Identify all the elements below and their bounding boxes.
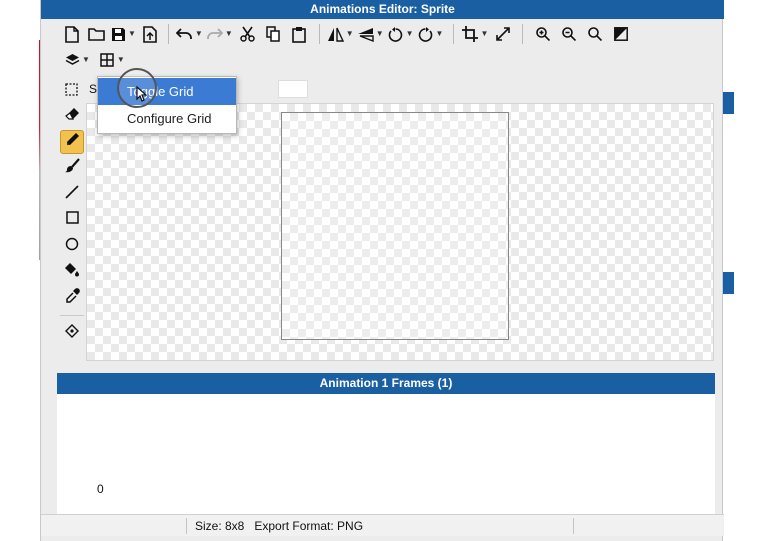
toolbar-separator xyxy=(318,24,320,44)
background-toggle-button[interactable] xyxy=(608,22,634,46)
save-dropdown-caret[interactable]: ▼ xyxy=(128,30,136,38)
line-icon xyxy=(65,184,79,204)
eraser-icon xyxy=(64,107,80,125)
grid-dropdown-caret[interactable]: ▼ xyxy=(117,56,125,64)
export-button[interactable] xyxy=(139,22,161,46)
selection-label: S xyxy=(89,82,98,96)
frames-panel[interactable]: 0 xyxy=(57,394,715,514)
toolbar-separator xyxy=(522,24,524,44)
mouse-pointer-icon xyxy=(136,85,148,107)
rotate-left-icon xyxy=(388,26,403,42)
copy-button[interactable] xyxy=(260,22,286,46)
zoom-icon xyxy=(588,27,603,41)
redo-dropdown-caret[interactable]: ▼ xyxy=(225,30,233,38)
undo-button[interactable] xyxy=(176,22,194,46)
export-icon xyxy=(143,25,157,43)
zoom-out-icon xyxy=(562,27,577,41)
selection-row: S xyxy=(61,78,97,100)
flip-horizontal-dropdown-caret[interactable]: ▼ xyxy=(346,30,354,38)
flip-vertical-icon xyxy=(357,27,374,42)
brush-tool[interactable] xyxy=(60,156,84,180)
line-tool[interactable] xyxy=(60,182,84,206)
open-folder-button[interactable] xyxy=(83,22,109,46)
folder-icon xyxy=(87,27,105,41)
paste-button[interactable] xyxy=(286,22,312,46)
zoom-in-button[interactable] xyxy=(530,22,556,46)
eraser-tool[interactable] xyxy=(60,104,84,128)
main-toolbar: ▼ ▼ ▼ ▼ ▼ ▼ ▼ ▼ xyxy=(61,21,634,47)
rectangle-icon xyxy=(65,211,79,229)
grid-icon xyxy=(100,53,114,67)
undo-dropdown-caret[interactable]: ▼ xyxy=(195,30,203,38)
selection-toggle[interactable] xyxy=(61,77,81,101)
secondary-toolbar: ▼ ▼ xyxy=(63,47,128,73)
resize-icon xyxy=(496,27,511,41)
circle-icon xyxy=(65,237,79,256)
clipboard-icon xyxy=(291,26,306,43)
fill-tool[interactable] xyxy=(60,260,84,284)
zoom-fit-button[interactable] xyxy=(582,22,608,46)
new-file-button[interactable] xyxy=(61,22,83,46)
redo-icon xyxy=(206,28,224,40)
toolbar-separator xyxy=(167,24,169,44)
pivot-icon xyxy=(65,323,79,343)
status-divider xyxy=(186,518,187,534)
paint-bucket-icon xyxy=(64,262,80,282)
crop-icon xyxy=(462,26,479,42)
pencil-icon xyxy=(65,132,80,152)
save-icon xyxy=(111,27,126,42)
redo-button[interactable] xyxy=(206,22,224,46)
menu-item-configure-grid[interactable]: Configure Grid xyxy=(98,105,236,132)
marquee-icon xyxy=(64,82,78,96)
palette-separator xyxy=(60,315,84,316)
rotate-right-button[interactable] xyxy=(417,22,435,46)
eyedropper-icon xyxy=(65,288,80,308)
cut-button[interactable] xyxy=(236,22,260,46)
copy-icon xyxy=(266,26,280,42)
ellipse-tool[interactable] xyxy=(60,234,84,258)
rotate-left-dropdown-caret[interactable]: ▼ xyxy=(406,30,414,38)
rotate-left-button[interactable] xyxy=(387,22,405,46)
resize-button[interactable] xyxy=(491,22,515,46)
status-bar: Size: 8x8 Export Format: PNG xyxy=(41,514,724,536)
rotate-right-dropdown-caret[interactable]: ▼ xyxy=(436,30,444,38)
selection-field[interactable] xyxy=(278,80,308,98)
pivot-tool[interactable] xyxy=(60,321,84,345)
pencil-tool[interactable] xyxy=(60,130,84,154)
window-title: Animations Editor: Sprite xyxy=(41,0,724,19)
flip-horizontal-button[interactable] xyxy=(327,22,345,46)
flip-vertical-button[interactable] xyxy=(357,22,375,46)
layers-button[interactable] xyxy=(63,48,81,72)
flip-horizontal-icon xyxy=(327,27,345,42)
layers-dropdown-caret[interactable]: ▼ xyxy=(82,56,90,64)
file-icon xyxy=(65,25,79,43)
tool-palette xyxy=(58,104,86,347)
status-divider xyxy=(573,518,574,534)
sprite-canvas[interactable] xyxy=(281,112,509,340)
crop-dropdown-caret[interactable]: ▼ xyxy=(480,30,488,38)
save-button[interactable] xyxy=(109,22,127,46)
flip-vertical-dropdown-caret[interactable]: ▼ xyxy=(376,30,384,38)
rotate-right-icon xyxy=(418,26,433,42)
eyedropper-tool[interactable] xyxy=(60,286,84,310)
screen: Animations Editor: Sprite ▼ ▼ ▼ ▼ ▼ ▼ ▼ … xyxy=(0,0,763,541)
status-text: Size: 8x8 Export Format: PNG xyxy=(195,519,364,533)
background-window-strip xyxy=(722,272,734,294)
zoom-in-icon xyxy=(536,27,551,41)
undo-icon xyxy=(176,28,193,40)
crop-button[interactable] xyxy=(461,22,479,46)
toolbar-separator xyxy=(453,24,455,44)
contrast-icon xyxy=(614,27,629,41)
brush-icon xyxy=(64,158,80,178)
zoom-out-button[interactable] xyxy=(556,22,582,46)
scissors-icon xyxy=(240,26,256,42)
rectangle-tool[interactable] xyxy=(60,208,84,232)
frames-panel-title: Animation 1 Frames (1) xyxy=(57,373,715,394)
frame-index-label: 0 xyxy=(97,482,104,496)
background-window-strip xyxy=(722,92,734,114)
grid-button[interactable] xyxy=(98,48,116,72)
layers-icon xyxy=(65,53,80,67)
